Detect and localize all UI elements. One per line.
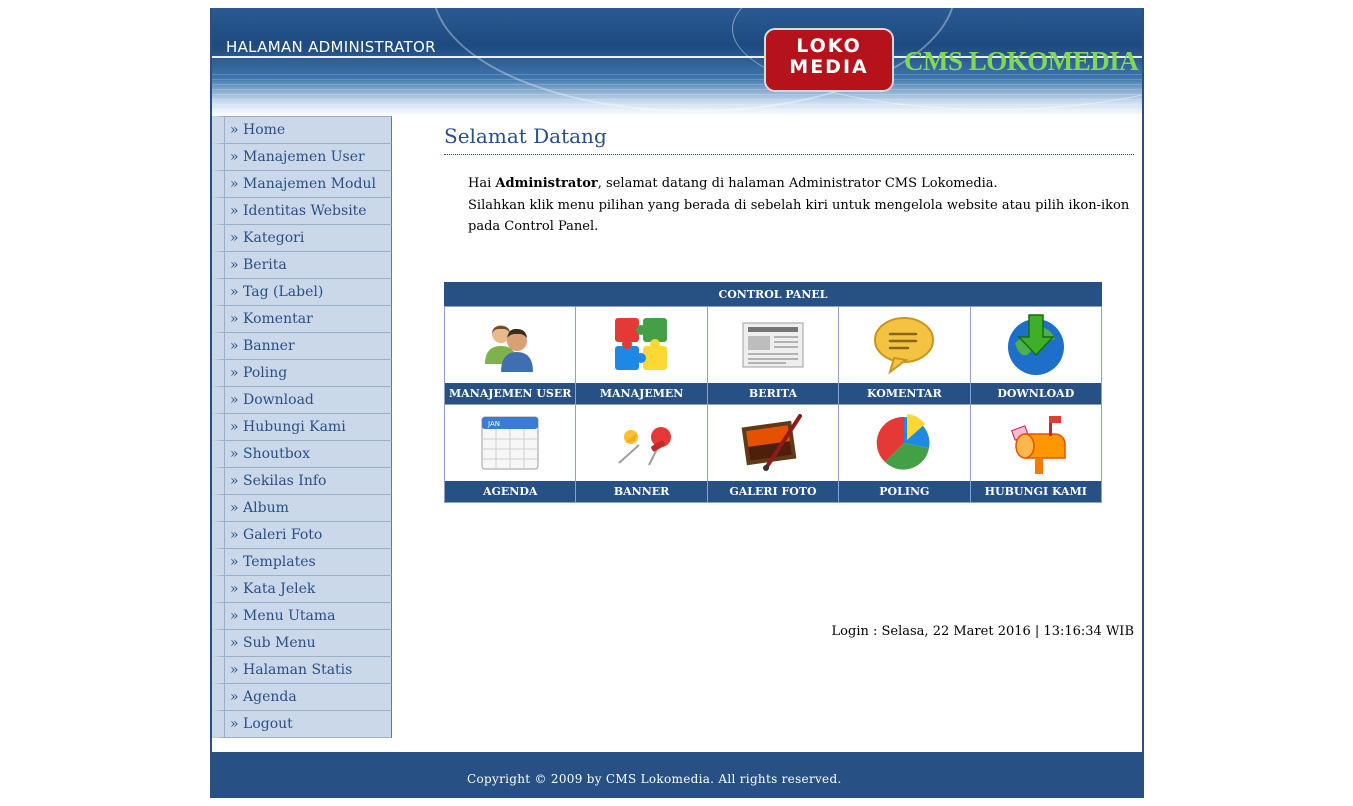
cp-label[interactable]: BERITA (707, 383, 839, 404)
sidebar-item-shoutbox[interactable]: » Shoutbox (212, 441, 392, 468)
copyright-text: Copyright © 2009 by CMS Lokomedia. All r… (467, 772, 842, 786)
cp-label[interactable]: AGENDA (445, 481, 576, 502)
calendar-icon[interactable]: JAN (480, 413, 540, 473)
sidebar-item-halaman-statis[interactable]: » Halaman Statis (212, 657, 392, 684)
cp-label[interactable]: KOMENTAR (839, 383, 970, 404)
cp-label[interactable]: MANAJEMEN MODUL (576, 383, 707, 421)
puzzle-icon[interactable] (611, 314, 673, 376)
main-content: Selamat Datang Hai Administrator, selama… (443, 116, 1134, 639)
sidebar-item-sekilas-info[interactable]: » Sekilas Info (212, 468, 392, 495)
sidebar-item-templates[interactable]: » Templates (212, 549, 392, 576)
sidebar-item-poling[interactable]: » Poling (212, 360, 392, 387)
cp-label[interactable]: GALERI FOTO (707, 481, 839, 502)
control-panel-heading: CONTROL PANEL (444, 282, 1102, 307)
sidebar-item-berita[interactable]: » Berita (212, 252, 392, 279)
greeting-suffix: , selamat datang di halaman Administrato… (597, 176, 998, 191)
header-banner: HALAMAN ADMINISTRATOR LOKO MEDIA CMS LOK… (212, 8, 1142, 116)
cp-tile-manajemen-user[interactable]: MANAJEMEN USER (443, 306, 577, 405)
sidebar-item-banner[interactable]: » Banner (212, 333, 392, 360)
picture-brush-icon[interactable] (740, 412, 806, 474)
admin-title: HALAMAN ADMINISTRATOR (226, 38, 436, 56)
page-wrapper: HALAMAN ADMINISTRATOR LOKO MEDIA CMS LOK… (210, 8, 1144, 798)
cp-label[interactable]: DOWNLOAD (970, 383, 1101, 404)
sidebar-item-download[interactable]: » Download (212, 387, 392, 414)
cp-tile-banner[interactable]: BANNER (575, 404, 708, 503)
greeting-user: Administrator (495, 176, 598, 191)
cp-tile-galeri-foto[interactable]: GALERI FOTO (706, 404, 840, 503)
footer: Copyright © 2009 by CMS Lokomedia. All r… (210, 752, 1144, 798)
cp-tile-komentar[interactable]: KOMENTAR (838, 306, 971, 405)
cp-label[interactable]: HUBUNGI KAMI (970, 481, 1101, 502)
cp-tile-agenda[interactable]: JAN AGENDA (443, 404, 577, 503)
pie-chart-icon[interactable] (873, 412, 935, 474)
sidebar-item-hubungi-kami[interactable]: » Hubungi Kami (212, 414, 392, 441)
cp-tile-poling[interactable]: POLING (838, 404, 971, 503)
page-title: Selamat Datang (444, 124, 1134, 155)
cp-tile-berita[interactable]: BERITA (706, 306, 840, 405)
cms-title: CMS LOKOMEDIA (904, 46, 1139, 76)
sidebar-item-kategori[interactable]: » Kategori (212, 225, 392, 252)
mailbox-icon[interactable] (1005, 410, 1067, 476)
sidebar-item-manajemen-modul[interactable]: » Manajemen Modul (212, 171, 392, 198)
sidebar-item-kata-jelek[interactable]: » Kata Jelek (212, 576, 392, 603)
logo-line: LOKO (796, 35, 862, 57)
sidebar-item-logout[interactable]: » Logout (212, 711, 392, 738)
sidebar-item-home[interactable]: » Home (212, 116, 392, 144)
cp-label[interactable]: MANAJEMEN USER (445, 383, 576, 404)
login-timestamp: Login : Selasa, 22 Maret 2016 | 13:16:34… (831, 624, 1134, 639)
logo-line: MEDIA (789, 56, 869, 78)
svg-text:JAN: JAN (487, 420, 500, 428)
newspaper-icon[interactable] (740, 317, 806, 373)
sidebar-item-manajemen-user[interactable]: » Manajemen User (212, 144, 392, 171)
lokomedia-logo: LOKO MEDIA (766, 30, 892, 90)
sidebar-item-tag-label[interactable]: » Tag (Label) (212, 279, 392, 306)
users-icon[interactable] (479, 314, 541, 376)
sidebar-item-identitas-website[interactable]: » Identitas Website (212, 198, 392, 225)
pushpin-icon[interactable] (609, 415, 675, 471)
sidebar-item-agenda[interactable]: » Agenda (212, 684, 392, 711)
cp-tile-download[interactable]: DOWNLOAD (969, 306, 1103, 405)
cp-tile-hubungi-kami[interactable]: HUBUNGI KAMI (969, 404, 1103, 503)
sidebar-item-sub-menu[interactable]: » Sub Menu (212, 630, 392, 657)
welcome-message: Hai Administrator, selamat datang di hal… (468, 173, 1134, 238)
sidebar-item-menu-utama[interactable]: » Menu Utama (212, 603, 392, 630)
cp-tile-manajemen-modul[interactable]: MANAJEMEN MODUL (575, 306, 708, 421)
cp-label[interactable]: POLING (839, 481, 970, 502)
sidebar-item-album[interactable]: » Album (212, 495, 392, 522)
instruction-text: Silahkan klik menu pilihan yang berada d… (468, 197, 1130, 235)
greeting-prefix: Hai (468, 176, 496, 191)
cp-label[interactable]: BANNER (576, 481, 707, 502)
download-globe-icon[interactable] (1005, 313, 1067, 377)
control-panel: CONTROL PANEL MANAJEMEN USER MANAJEMEN M… (443, 282, 1103, 503)
sidebar-item-komentar[interactable]: » Komentar (212, 306, 392, 333)
sidebar-menu: » Home » Manajemen User » Manajemen Modu… (212, 116, 392, 738)
sidebar-item-galeri-foto[interactable]: » Galeri Foto (212, 522, 392, 549)
speech-bubble-icon[interactable] (872, 314, 936, 376)
